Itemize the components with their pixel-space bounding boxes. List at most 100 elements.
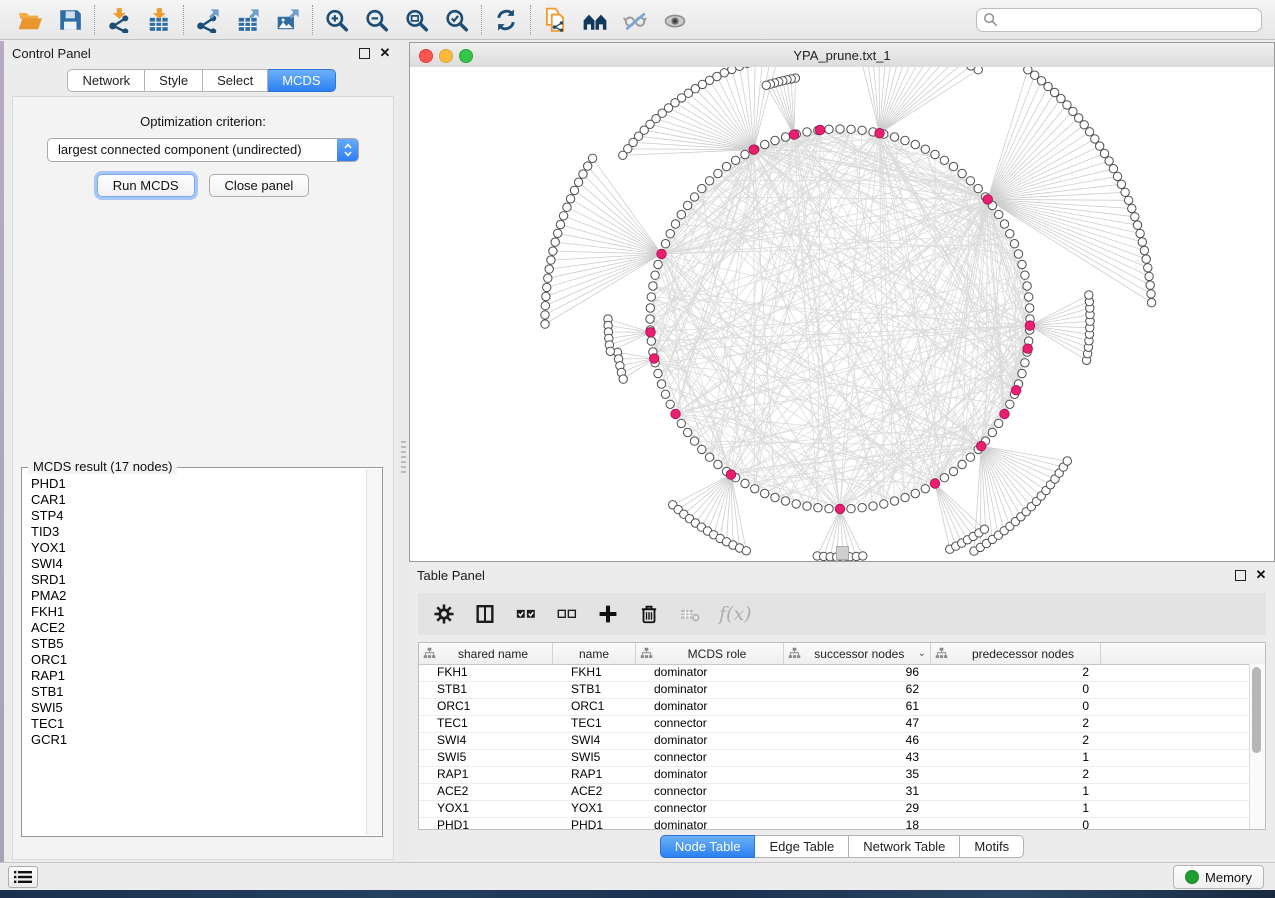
tab-edge-table[interactable]: Edge Table: [755, 835, 849, 858]
status-bar: Memory: [0, 862, 1275, 891]
delete-column-button[interactable]: [637, 602, 661, 626]
column-header-MCDS-role[interactable]: MCDS role: [636, 643, 784, 664]
mcds-result-item[interactable]: RAP1: [31, 668, 366, 684]
float-table-panel-icon[interactable]: [1234, 569, 1246, 581]
toolbar-group: [313, 4, 481, 36]
tab-style[interactable]: Style: [145, 69, 203, 92]
table-row[interactable]: STB1STB1dominator620: [419, 682, 1265, 699]
tab-motifs[interactable]: Motifs: [960, 835, 1024, 858]
tab-select[interactable]: Select: [203, 69, 268, 92]
memory-button[interactable]: Memory: [1173, 865, 1264, 889]
mcds-result-item[interactable]: STB1: [31, 684, 366, 700]
cell-name: TEC1: [553, 716, 636, 732]
close-table-panel-icon[interactable]: ✕: [1255, 569, 1267, 581]
search-input[interactable]: [976, 8, 1262, 32]
export-image-button[interactable]: [271, 4, 305, 36]
mcds-result-item[interactable]: TID3: [31, 524, 366, 540]
mcds-result-item[interactable]: SRD1: [31, 572, 366, 588]
cell-name: ORC1: [553, 699, 636, 715]
table-row[interactable]: YOX1YOX1connector291: [419, 801, 1265, 818]
table-row[interactable]: FKH1FKH1dominator962: [419, 665, 1265, 682]
mcds-result-item[interactable]: FKH1: [31, 604, 366, 620]
mcds-result-item[interactable]: STP4: [31, 508, 366, 524]
tab-network[interactable]: Network: [67, 69, 145, 92]
mcds-result-item[interactable]: PHD1: [31, 476, 366, 492]
window-zoom-button[interactable]: [459, 49, 473, 63]
tab-network-table[interactable]: Network Table: [849, 835, 960, 858]
run-mcds-button[interactable]: Run MCDS: [97, 174, 195, 197]
save-session-button[interactable]: [53, 4, 87, 36]
table-row[interactable]: RAP1RAP1dominator352: [419, 767, 1265, 784]
column-label: MCDS role: [655, 647, 779, 661]
float-panel-icon[interactable]: [358, 47, 370, 59]
control-panel-header: Control Panel ✕: [4, 41, 399, 65]
first-neighbors-button[interactable]: [578, 4, 612, 36]
cell-successor-nodes: 62: [784, 682, 931, 698]
table-row[interactable]: ORC1ORC1dominator610: [419, 699, 1265, 716]
toolbar-group: [531, 4, 699, 36]
add-column-button[interactable]: [596, 602, 620, 626]
table-panel-title: Table Panel: [417, 568, 485, 583]
table-row[interactable]: SWI4SWI4dominator462: [419, 733, 1265, 750]
cell-shared-name: SWI4: [419, 733, 553, 749]
mcds-result-item[interactable]: ORC1: [31, 652, 366, 668]
zoom-fit-button[interactable]: [400, 4, 434, 36]
criterion-dropdown[interactable]: largest connected component (undirected): [47, 138, 359, 162]
network-share-document-button[interactable]: [538, 4, 572, 36]
tab-node-table[interactable]: Node Table: [660, 835, 756, 858]
table-scrollbar[interactable]: [1249, 664, 1265, 829]
table-row[interactable]: ACE2ACE2connector311: [419, 784, 1265, 801]
column-header-shared-name[interactable]: shared name: [419, 643, 553, 664]
network-graph[interactable]: [410, 67, 1274, 561]
hide-selected-button[interactable]: [618, 4, 652, 36]
cell-shared-name: ORC1: [419, 699, 553, 715]
table-row[interactable]: PHD1PHD1dominator180: [419, 818, 1265, 830]
zoom-selected-button[interactable]: [440, 4, 474, 36]
column-layout-button[interactable]: [473, 602, 497, 626]
mcds-result-item[interactable]: TEC1: [31, 716, 366, 732]
show-all-button[interactable]: [658, 4, 692, 36]
zoom-selected-icon: [444, 7, 470, 33]
window-close-button[interactable]: [419, 49, 433, 63]
cell-MCDS-role: dominator: [636, 767, 784, 783]
close-panel-button[interactable]: Close panel: [209, 174, 310, 197]
mcds-result-item[interactable]: YOX1: [31, 540, 366, 556]
window-minimize-button[interactable]: [439, 49, 453, 63]
import-table-from-file-button[interactable]: [142, 4, 176, 36]
export-network-button[interactable]: [191, 4, 225, 36]
table-scrollbar-thumb[interactable]: [1252, 667, 1261, 753]
column-header-name[interactable]: name: [553, 643, 636, 664]
table-settings-gear-button[interactable]: [432, 602, 456, 626]
refresh-view-button[interactable]: [489, 4, 523, 36]
tab-mcds[interactable]: MCDS: [268, 69, 335, 92]
column-header-predecessor-nodes[interactable]: predecessor nodes: [931, 643, 1101, 664]
network-canvas[interactable]: [410, 67, 1274, 561]
mcds-result-item[interactable]: GCR1: [31, 732, 366, 748]
cell-predecessor-nodes: 1: [931, 750, 1101, 766]
splitter-handle[interactable]: [401, 441, 406, 475]
mcds-result-item[interactable]: SWI5: [31, 700, 366, 716]
import-network-from-file-button[interactable]: [102, 4, 136, 36]
table-row[interactable]: SWI5SWI5connector431: [419, 750, 1265, 767]
export-table-button[interactable]: [231, 4, 265, 36]
mcds-result-item[interactable]: STB5: [31, 636, 366, 652]
mcds-result-item[interactable]: SWI4: [31, 556, 366, 572]
open-file-button[interactable]: [13, 4, 47, 36]
mcds-result-item[interactable]: PMA2: [31, 588, 366, 604]
canvas-splitter-handle[interactable]: [836, 546, 849, 560]
zoom-out-button[interactable]: [360, 4, 394, 36]
cell-successor-nodes: 47: [784, 716, 931, 732]
column-label: successor nodes: [803, 647, 916, 661]
hide-all-columns-button[interactable]: [555, 602, 579, 626]
cell-name: SWI4: [553, 733, 636, 749]
mcds-result-item[interactable]: CAR1: [31, 492, 366, 508]
vertical-splitter[interactable]: [399, 41, 409, 862]
column-header-successor-nodes[interactable]: successor nodes⌄: [784, 643, 931, 664]
zoom-in-button[interactable]: [320, 4, 354, 36]
mcds-result-item[interactable]: ACE2: [31, 620, 366, 636]
mcds-list-scrollbar[interactable]: [366, 469, 381, 835]
close-panel-icon[interactable]: ✕: [379, 47, 391, 59]
task-history-button[interactable]: [8, 866, 38, 888]
show-all-columns-button[interactable]: [514, 602, 538, 626]
table-row[interactable]: TEC1TEC1connector472: [419, 716, 1265, 733]
